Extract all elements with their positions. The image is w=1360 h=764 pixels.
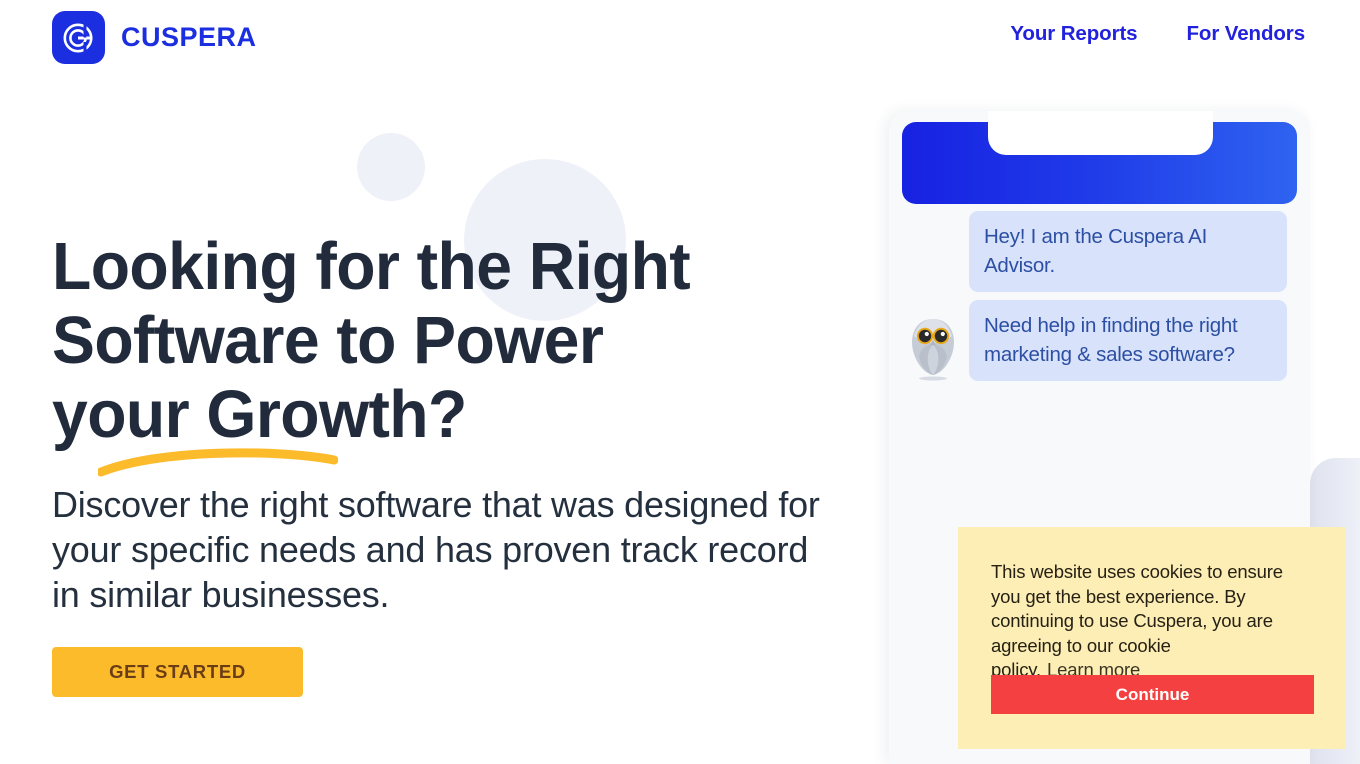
cookie-banner-text: This website uses cookies to ensure you … (991, 560, 1313, 683)
chat-row: Need help in finding the right marketing… (889, 300, 1310, 381)
nav-for-vendors[interactable]: For Vendors (1186, 22, 1305, 46)
phone-notch (988, 111, 1213, 155)
landing-page: CUSPERA Your Reports For Vendors Looking… (0, 0, 1360, 764)
get-started-button[interactable]: GET STARTED (52, 647, 303, 697)
owl-advisor-avatar-icon (911, 319, 954, 381)
avatar (906, 315, 959, 381)
site-header: CUSPERA Your Reports For Vendors (0, 0, 1360, 88)
page-title: Looking for the Right Software to Power … (52, 229, 691, 452)
hero-subtitle: Discover the right software that was des… (52, 484, 820, 615)
chat-bubble: Hey! I am the Cuspera AI Advisor. (969, 211, 1287, 292)
chat-conversation: Hey! I am the Cuspera AI Advisor. Need h… (889, 211, 1310, 381)
chat-row: Hey! I am the Cuspera AI Advisor. (889, 211, 1310, 300)
chat-bubble: Need help in finding the right marketing… (969, 300, 1287, 381)
decor-circle-small (357, 133, 425, 201)
cookie-continue-button[interactable]: Continue (991, 675, 1314, 714)
brand-logo-link[interactable]: CUSPERA (52, 11, 257, 64)
cuspera-c-logo-icon (52, 11, 105, 64)
hero-section: Looking for the Right Software to Power … (52, 229, 852, 697)
nav-your-reports[interactable]: Your Reports (1010, 22, 1137, 46)
main-nav: Your Reports For Vendors (1010, 22, 1305, 46)
cookie-consent-banner: This website uses cookies to ensure you … (958, 527, 1346, 749)
brand-wordmark: CUSPERA (121, 22, 257, 52)
